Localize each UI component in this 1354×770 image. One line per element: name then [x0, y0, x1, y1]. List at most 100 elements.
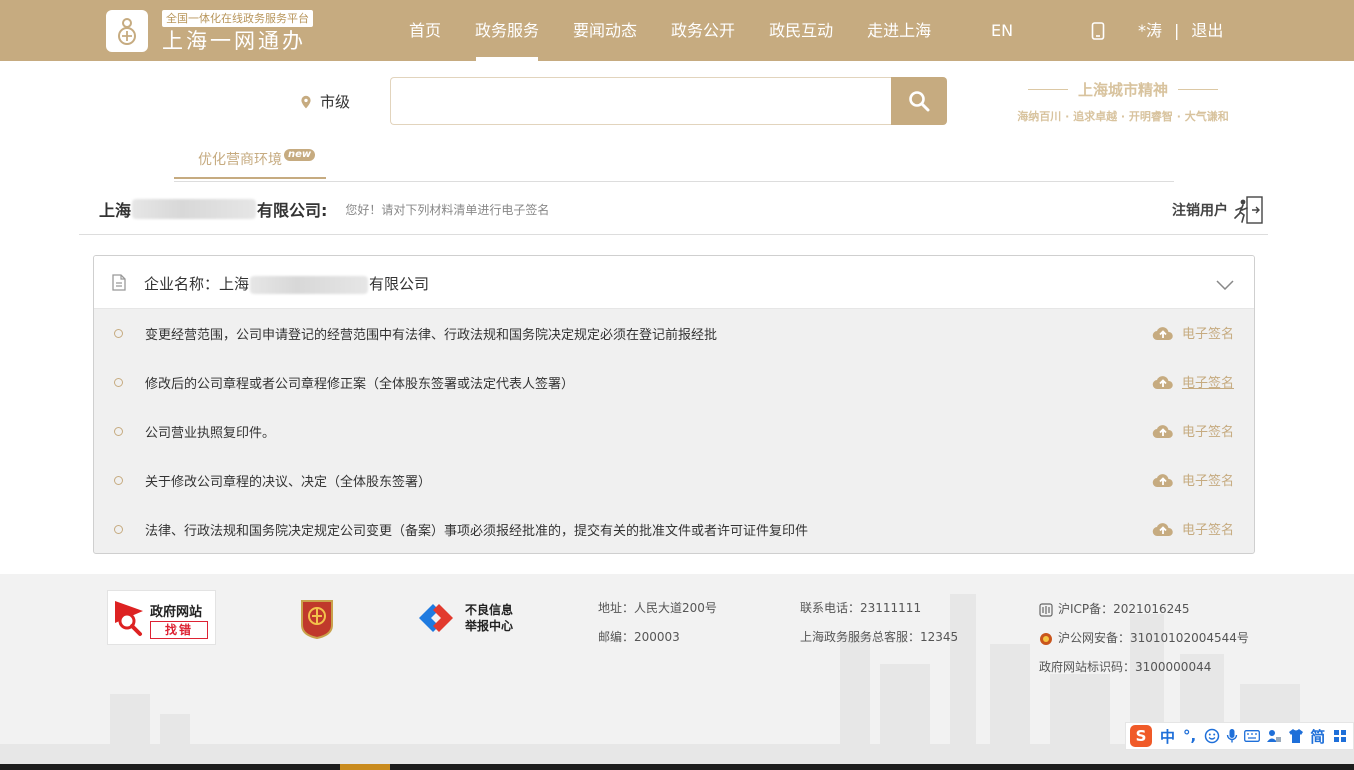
- main-content: 优化营商环境 new 上海 有限公司: 您好！请对下列材料清单进行电子签名 注销用…: [0, 141, 1354, 574]
- enterprise-name-title: 企业名称：上海 有限公司: [144, 273, 429, 294]
- e-sign-label: 电子签名: [1181, 376, 1234, 391]
- site-logo[interactable]: [106, 10, 148, 52]
- footer-icp-row[interactable]: 沪ICP备：2021016245: [1039, 595, 1249, 624]
- deregister-user-button[interactable]: 注销用户: [1172, 196, 1264, 224]
- emoji-icon[interactable]: [1204, 728, 1220, 744]
- material-item: 变更经营范围，公司申请登记的经营范围中有法律、行政法规和国务院决定规定必须在登记…: [94, 309, 1254, 358]
- gov-site-find-error: 找错: [150, 621, 208, 639]
- tab-optimize-label: 优化营商环境: [198, 152, 282, 168]
- e-sign-button[interactable]: 电子签名: [1152, 421, 1234, 440]
- footer-registration-col: 沪ICP备：2021016245 沪公网安备：31010102004544号 政…: [1039, 595, 1249, 682]
- enterprise-name-label: 企业名称：: [144, 275, 220, 293]
- redacted-enterprise-mask: [250, 275, 369, 294]
- footer-hotline: 上海政务服务总客服：12345: [800, 630, 959, 644]
- user-name[interactable]: *涛: [1138, 0, 1162, 61]
- platform-tag: 全国一体化在线政务服务平台: [162, 10, 313, 27]
- new-badge: new: [284, 149, 316, 161]
- search-band: 市级 上海城市精神 海纳百川 · 追求卓越 · 开明睿智 · 大气谦和: [0, 61, 1354, 141]
- logout-link[interactable]: 退出: [1191, 0, 1223, 61]
- cloud-upload-icon: [1152, 522, 1173, 536]
- keyboard-icon[interactable]: [1244, 730, 1261, 742]
- nav-public-affairs[interactable]: 政务公开: [654, 0, 752, 61]
- material-text: 公司营业执照复印件。: [145, 426, 276, 441]
- skin-shirt-icon[interactable]: [1288, 728, 1304, 744]
- e-sign-button[interactable]: 电子签名: [1152, 470, 1234, 489]
- tab-divider: [174, 181, 1174, 182]
- nav-gov-services[interactable]: 政务服务: [458, 0, 556, 61]
- nav-interaction[interactable]: 政民互动: [752, 0, 850, 61]
- e-sign-button[interactable]: 电子签名: [1152, 323, 1234, 342]
- company-name-prefix: 上海: [99, 201, 132, 220]
- report-center-logo-icon: [419, 604, 453, 632]
- search-button[interactable]: [891, 77, 947, 125]
- bullet-circle-icon: [114, 329, 123, 338]
- footer-contact-col2: 联系电话：23111111 上海政务服务总客服：12345: [800, 594, 958, 652]
- material-item: 修改后的公司章程或者公司章程修正案（全体股东签署或法定代表人签署） 电子签名: [94, 358, 1254, 407]
- material-text: 修改后的公司章程或者公司章程修正案（全体股东签署或法定代表人签署）: [145, 377, 575, 392]
- exit-door-icon: [1234, 196, 1263, 224]
- location-pin-icon: [301, 95, 311, 108]
- ime-logo[interactable]: S: [1130, 725, 1152, 747]
- ime-punct[interactable]: °,: [1183, 727, 1196, 745]
- taskbar-strip: [0, 764, 1354, 770]
- footer-police: 沪公网安备：31010102004544号: [1058, 631, 1249, 645]
- bullet-circle-icon: [114, 378, 123, 387]
- gov-site-error-report[interactable]: 政府网站 找错: [107, 590, 216, 645]
- material-item: 关于修改公司章程的决议、决定（全体股东签署） 电子签名: [94, 456, 1254, 505]
- bullet-circle-icon: [114, 427, 123, 436]
- magnifier-flag-icon: [115, 601, 143, 636]
- city-spirit-banner: 上海城市精神 海纳百川 · 追求卓越 · 开明睿智 · 大气谦和: [1004, 79, 1242, 124]
- gov-site-title: 政府网站: [150, 605, 203, 620]
- nav-about-shanghai[interactable]: 走进上海: [850, 0, 948, 61]
- party-gov-emblem-icon[interactable]: [300, 599, 334, 639]
- cloud-upload-icon: [1152, 326, 1173, 340]
- footer-contact-col1: 地址：人民大道200号 邮编：200003: [598, 594, 717, 652]
- location-selector[interactable]: 市级: [300, 91, 350, 112]
- user-settings-icon[interactable]: [1266, 728, 1282, 744]
- microphone-icon[interactable]: [1226, 728, 1238, 744]
- mobile-phone-icon[interactable]: [1091, 22, 1105, 40]
- search-icon: [909, 91, 930, 112]
- bad-info-report-center[interactable]: 不良信息 举报中心: [417, 602, 513, 634]
- nav-news[interactable]: 要闻动态: [556, 0, 654, 61]
- nav-home[interactable]: 首页: [392, 0, 458, 61]
- ime-toolbar[interactable]: S 中 °, 简: [1125, 722, 1354, 750]
- footer-postcode: 邮编：200003: [598, 630, 680, 644]
- e-sign-button[interactable]: 电子签名: [1152, 519, 1234, 538]
- footer-site-code: 政府网站标识码：3100000044: [1039, 660, 1212, 674]
- material-text: 关于修改公司章程的决议、决定（全体股东签署）: [145, 475, 432, 490]
- e-sign-label: 电子签名: [1181, 327, 1234, 342]
- redacted-name-mask: [132, 199, 257, 219]
- deregister-user-label: 注销用户: [1172, 203, 1228, 219]
- materials-list: 变更经营范围，公司申请登记的经营范围中有法律、行政法规和国务院决定规定必须在登记…: [94, 309, 1254, 553]
- report-center-line2: 举报中心: [465, 619, 514, 633]
- search-input[interactable]: [390, 77, 893, 125]
- top-header: 全国一体化在线政务服务平台 上海一网通办 首页 政务服务 要闻动态 政务公开 政…: [0, 0, 1354, 61]
- materials-panel: 企业名称：上海 有限公司 变更经营范围，公司申请登记的经营范围中有法律、行政法规和…: [93, 255, 1255, 554]
- user-separator: |: [1174, 21, 1180, 40]
- document-icon: [112, 274, 126, 291]
- ime-lang[interactable]: 中: [1160, 726, 1175, 747]
- footer-police-row[interactable]: 沪公网安备：31010102004544号: [1039, 624, 1249, 653]
- e-sign-label: 电子签名: [1181, 474, 1234, 489]
- company-heading: 上海 有限公司: 您好！请对下列材料清单进行电子签名: [99, 197, 549, 221]
- site-name[interactable]: 上海一网通办: [162, 29, 306, 53]
- city-spirit-subtitle: 海纳百川 · 追求卓越 · 开明睿智 · 大气谦和: [1017, 110, 1229, 123]
- footer-phone: 联系电话：23111111: [800, 601, 922, 615]
- material-text: 法律、行政法规和国务院决定规定公司变更（备案）事项必须报经批准的，提交有关的批准…: [145, 524, 809, 539]
- bullet-circle-icon: [114, 525, 123, 534]
- footer-address: 地址：人民大道200号: [598, 601, 717, 615]
- language-switch[interactable]: EN: [991, 0, 1013, 61]
- chevron-down-icon[interactable]: [1216, 280, 1234, 290]
- cloud-upload-icon: [1152, 424, 1173, 438]
- material-text: 变更经营范围，公司申请登记的经营范围中有法律、行政法规和国务院决定规定必须在登记…: [145, 328, 718, 343]
- e-sign-button[interactable]: 电子签名: [1152, 372, 1234, 391]
- cloud-upload-icon: [1152, 375, 1173, 389]
- material-item: 法律、行政法规和国务院决定规定公司变更（备案）事项必须报经批准的，提交有关的批准…: [94, 505, 1254, 553]
- material-item: 公司营业执照复印件。 电子签名: [94, 407, 1254, 456]
- panel-header[interactable]: 企业名称：上海 有限公司: [94, 256, 1254, 309]
- ime-mode[interactable]: 简: [1310, 726, 1325, 747]
- cloud-upload-icon: [1152, 473, 1173, 487]
- tab-optimize-business[interactable]: 优化营商环境 new: [174, 149, 326, 179]
- toolbox-grid-icon[interactable]: [1333, 729, 1347, 743]
